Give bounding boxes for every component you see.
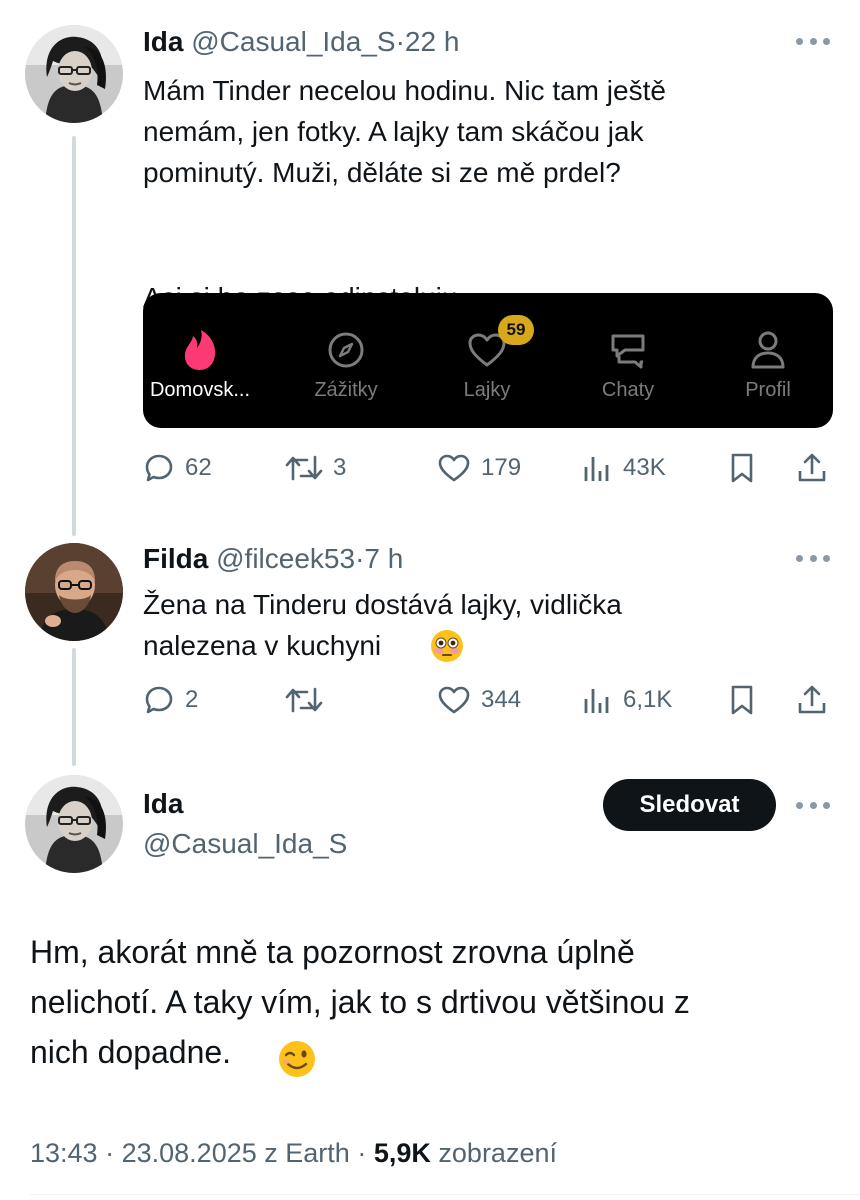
- bookmark-button[interactable]: [729, 680, 755, 720]
- heart-icon: 59: [466, 315, 534, 371]
- like-heart-icon: [438, 454, 470, 482]
- tweet-media-image[interactable]: Domovsk... Zážitky 59 Lajky Chaty Profil: [143, 293, 833, 428]
- reply-button[interactable]: 2: [143, 680, 198, 720]
- chat-icon: [607, 329, 649, 371]
- author-name[interactable]: Filda: [143, 543, 208, 574]
- repost-icon: [285, 455, 323, 481]
- author-name[interactable]: Ida: [143, 788, 183, 820]
- like-heart-icon: [438, 686, 470, 714]
- tab-likes: 59 Lajky: [422, 293, 552, 428]
- separator-dot: ·: [357, 1138, 367, 1168]
- tinder-flame-icon: [182, 329, 218, 371]
- winking-face-emoji-icon: [277, 1039, 317, 1084]
- views-chart-icon: [584, 457, 609, 481]
- compass-icon: [326, 329, 366, 371]
- bookmark-icon: [731, 685, 753, 715]
- like-count: 344: [481, 686, 522, 713]
- like-button[interactable]: 344: [437, 680, 521, 720]
- views-button[interactable]: 6,1K: [581, 680, 672, 720]
- more-options-icon[interactable]: [796, 553, 830, 563]
- views-chart-icon: [584, 689, 609, 713]
- repost-button[interactable]: [285, 680, 333, 720]
- tab-label: Domovsk...: [149, 379, 251, 401]
- avatar[interactable]: [25, 543, 123, 641]
- reply-count: 2: [185, 686, 199, 713]
- author-handle[interactable]: @Casual_Ida_S: [191, 26, 395, 57]
- post-date[interactable]: 23.08.2025: [122, 1138, 257, 1168]
- bookmark-button[interactable]: [729, 448, 755, 488]
- tweet-text: Mám Tinder necelou hodinu. Nic tam ještě…: [143, 75, 666, 188]
- repost-count: 3: [333, 454, 347, 481]
- repost-button[interactable]: 3: [285, 448, 346, 488]
- views-button[interactable]: 43K: [581, 448, 666, 488]
- reply-icon: [145, 454, 173, 482]
- tweet-actions: 2 344 6,1K: [143, 680, 833, 720]
- share-icon: [798, 685, 826, 714]
- reply-icon: [145, 686, 173, 714]
- tweet-header: Ida @Casual_Ida_S·22 h: [143, 26, 459, 58]
- separator-dot: ·: [105, 1138, 115, 1168]
- tweet-time[interactable]: 22 h: [405, 26, 460, 57]
- more-options-icon[interactable]: [796, 800, 830, 810]
- likes-count-badge: 59: [498, 315, 534, 345]
- author-handle[interactable]: @Casual_Ida_S: [143, 828, 347, 860]
- like-button[interactable]: 179: [437, 448, 521, 488]
- separator-dot: ·: [355, 543, 365, 574]
- author-handle[interactable]: @filceek53: [216, 543, 355, 574]
- tab-label: Profil: [745, 379, 791, 401]
- separator-dot: ·: [395, 26, 405, 57]
- post-time[interactable]: 13:43: [30, 1138, 98, 1168]
- tweet-time[interactable]: 7 h: [364, 543, 403, 574]
- avatar[interactable]: [25, 775, 123, 873]
- more-options-icon[interactable]: [796, 36, 830, 46]
- bookmark-icon: [731, 453, 753, 483]
- reply-count: 62: [185, 454, 212, 481]
- views-count: 6,1K: [623, 686, 673, 713]
- tab-experiences: Zážitky: [281, 293, 411, 428]
- thread-connector-line: [72, 136, 76, 536]
- tweet-header: Filda @filceek53·7 h: [143, 543, 403, 575]
- views-count[interactable]: 5,9K: [374, 1138, 431, 1168]
- tweet-actions: 62 3 179 43K: [143, 448, 833, 488]
- author-name[interactable]: Ida: [143, 26, 183, 57]
- tweet-text: Žena na Tinderu dostává lajky, vidlička …: [143, 589, 622, 661]
- follow-button[interactable]: Sledovat: [603, 779, 776, 831]
- reply-button[interactable]: 62: [143, 448, 212, 488]
- share-button[interactable]: [796, 448, 828, 488]
- repost-icon: [285, 687, 323, 713]
- share-button[interactable]: [796, 680, 828, 720]
- avatar[interactable]: [25, 25, 123, 123]
- person-icon: [748, 329, 788, 371]
- tweet-text: Hm, akorát mně ta pozornost zrovna úplně…: [30, 934, 690, 1070]
- tweet-metadata: 13:43 · 23.08.2025 z Earth · 5,9K zobraz…: [30, 1138, 557, 1169]
- tab-chats: Chaty: [563, 293, 693, 428]
- share-icon: [798, 453, 826, 482]
- thread-connector-line: [72, 648, 76, 766]
- tab-profile: Profil: [703, 293, 833, 428]
- views-count: 43K: [623, 454, 666, 481]
- views-label: zobrazení: [438, 1138, 557, 1168]
- tab-label: Zážitky: [314, 379, 378, 401]
- flushed-face-emoji-icon: [429, 628, 465, 669]
- like-count: 179: [481, 454, 522, 481]
- tab-label: Lajky: [463, 379, 511, 401]
- tab-home: Domovsk...: [143, 293, 265, 428]
- post-source: z Earth: [264, 1138, 350, 1168]
- divider: [30, 1194, 860, 1195]
- tab-label: Chaty: [601, 379, 655, 401]
